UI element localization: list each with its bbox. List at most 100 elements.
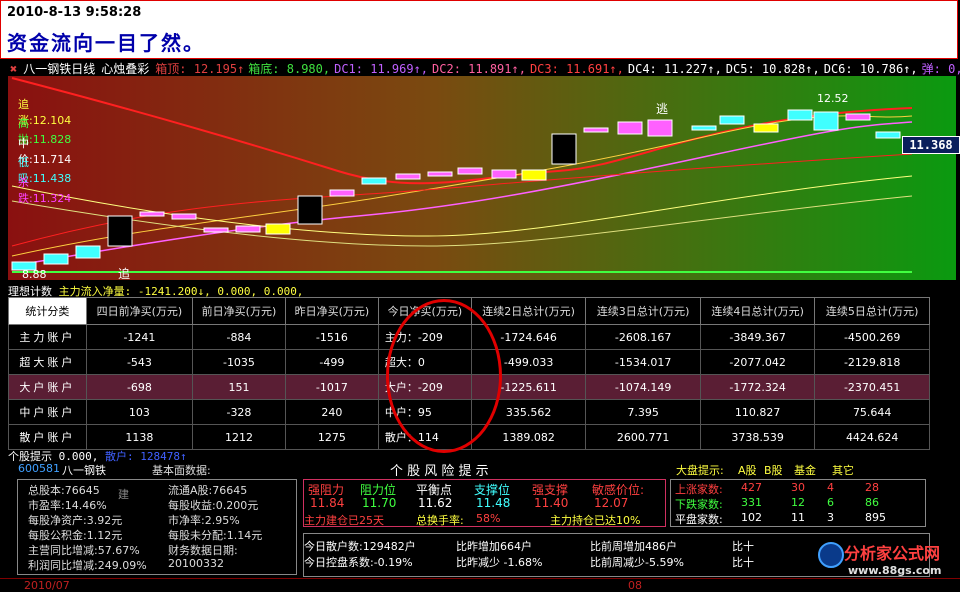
fundamental-item: 利润同比增减:249.09% — [28, 559, 147, 572]
risk-value: 12.07 — [594, 496, 629, 510]
table-cell: 1138 — [85, 424, 193, 450]
table-header-cell: 连续3日总计(万元) — [585, 297, 701, 325]
table-cell: -698 — [85, 374, 193, 400]
market-value: 28 — [865, 481, 879, 494]
table-cell: -1035 — [191, 349, 286, 375]
market-col-header: B股 — [764, 464, 783, 477]
fundamental-item: 主营同比增减:57.67% — [28, 544, 140, 557]
candlestick — [753, 123, 779, 133]
x-icon[interactable]: ✖ — [10, 62, 17, 76]
candlestick — [139, 211, 165, 217]
notice-banner: 2010-8-13 9:58:28 资金流向一目了然。 — [0, 0, 958, 59]
fundamental-item: 20100332 — [168, 557, 224, 570]
risk-panel: 强阻力 阻力位 平衡点 支撑位 强支撑 敏感价位: 11.84 11.70 11.62 11.4… — [303, 479, 666, 527]
market-col-header: A股 — [738, 464, 757, 477]
table-cell: 151 — [191, 374, 286, 400]
table-cell: -1074.149 — [585, 374, 701, 400]
info-panel-area: 600581 八一钢铁 基本面数据: 总股本:76645 市盈率:14.46% 每股… — [0, 461, 960, 591]
table-header-cell: 四日前净买(万元) — [85, 297, 193, 325]
risk-value: 11.40 — [534, 496, 569, 510]
banner-slogan: 资金流向一目了然。 — [7, 31, 205, 55]
table-cell: 1275 — [284, 424, 379, 450]
row-label: 主力账户 — [8, 324, 87, 350]
current-price-tag: 11.368 — [902, 136, 960, 154]
risk-turnover-value: 58% — [476, 512, 501, 525]
chart-stock-name: 八一钢铁日线 — [23, 62, 96, 76]
chart-indicator-value: DC4: 11.227↑, — [627, 62, 722, 76]
chart-indicator-value: DC6: 10.786↑, — [823, 62, 918, 76]
market-col-header: 基金 — [794, 464, 816, 477]
high-mark: 12.52 — [817, 92, 849, 105]
candlestick — [691, 125, 717, 131]
table-cell: 1389.082 — [470, 424, 587, 450]
candlestick — [297, 195, 323, 225]
risk-value: 11.70 — [362, 496, 397, 510]
banner-timestamp: 2010-8-13 9:58:28 — [7, 5, 142, 20]
kline-chart[interactable] — [8, 76, 956, 280]
candlestick — [787, 109, 813, 121]
table-cell: 75.644 — [814, 399, 930, 425]
fundamental-item: 市净率:2.95% — [168, 514, 240, 527]
chart-indicator-name: 心烛叠彩 — [101, 62, 150, 76]
table-cell: -543 — [85, 349, 193, 375]
chart-indicator-value: 箱底: 8.980, — [248, 62, 331, 76]
row-label: 超大账户 — [8, 349, 87, 375]
retail-stat: 比前周增加486户 — [590, 540, 677, 553]
today-highlight-circle — [386, 299, 502, 453]
market-col-header: 其它 — [832, 464, 854, 477]
risk-value: 11.48 — [476, 496, 511, 510]
table-cell: 7.395 — [585, 399, 701, 425]
retail-stat: 比十 — [732, 540, 754, 553]
fundamental-item: 总股本:76645 — [28, 484, 100, 497]
fundamental-item: 每股公积金:1.12元 — [28, 529, 123, 542]
fundamentals-title: 基本面数据: — [152, 464, 211, 477]
table-cell: -2370.451 — [814, 374, 930, 400]
date-right: 08 — [628, 579, 642, 592]
candlestick — [361, 177, 387, 185]
retail-stat: 比昨减少 -1.68% — [456, 556, 543, 569]
candlestick — [875, 131, 901, 139]
table-cell: -1772.324 — [699, 374, 816, 400]
chart-indicator-value: DC1: 11.969↑, — [334, 62, 429, 76]
build-mark: 建 — [118, 488, 129, 501]
candlestick — [551, 133, 577, 165]
retail-stat: 今日控盘系数:-0.19% — [304, 556, 413, 569]
market-value: 12 — [791, 496, 805, 509]
market-value: 102 — [741, 511, 762, 524]
watermark-brand: 分析家公式网 — [844, 544, 941, 563]
table-header-cell: 连续4日总计(万元) — [699, 297, 816, 325]
table-cell: -1516 — [284, 324, 379, 350]
candlestick — [521, 169, 547, 181]
market-value: 11 — [791, 511, 805, 524]
candlestick — [75, 245, 101, 259]
date-axis: 2010/07 08 — [0, 578, 960, 592]
candlestick — [845, 113, 871, 121]
candlestick — [647, 119, 673, 137]
table-cell: -2608.167 — [585, 324, 701, 350]
risk-title: 个 股 风 险 提 示 — [390, 464, 489, 479]
table-cell: -2129.818 — [814, 349, 930, 375]
candlestick — [107, 215, 133, 247]
fundamental-item: 每股收益:0.200元 — [168, 499, 259, 512]
table-cell: -1534.017 — [585, 349, 701, 375]
market-value: 86 — [865, 496, 879, 509]
market-title: 大盘提示: — [676, 464, 724, 477]
market-row-label: 上涨家数: — [675, 483, 723, 496]
market-value: 4 — [827, 481, 834, 494]
market-value: 427 — [741, 481, 762, 494]
candlestick — [265, 223, 291, 235]
market-value: 3 — [827, 511, 834, 524]
market-value: 895 — [865, 511, 886, 524]
row-label: 大户账户 — [8, 374, 87, 400]
stock-name: 八一钢铁 — [62, 464, 106, 477]
low-mark: 8.88 — [22, 268, 47, 281]
chart-header-bar: ✖ 八一钢铁日线 心烛叠彩 箱顶: 12.195↑ 箱底: 8.980, DC1: 11.… — [0, 60, 960, 76]
date-left: 2010/07 — [24, 579, 70, 592]
chart-indicator-value: DC3: 11.691↑, — [529, 62, 624, 76]
escape-signal: 逃 — [656, 102, 669, 116]
fundamentals-panel: 总股本:76645 市盈率:14.46% 每股净资产:3.92元 每股公积金:1.12… — [17, 479, 297, 575]
candlestick — [203, 227, 229, 233]
market-row-label: 下跌家数: — [675, 498, 723, 511]
chart-indicator-value: DC2: 11.891↑, — [432, 62, 526, 76]
kline-canvas — [8, 76, 956, 280]
